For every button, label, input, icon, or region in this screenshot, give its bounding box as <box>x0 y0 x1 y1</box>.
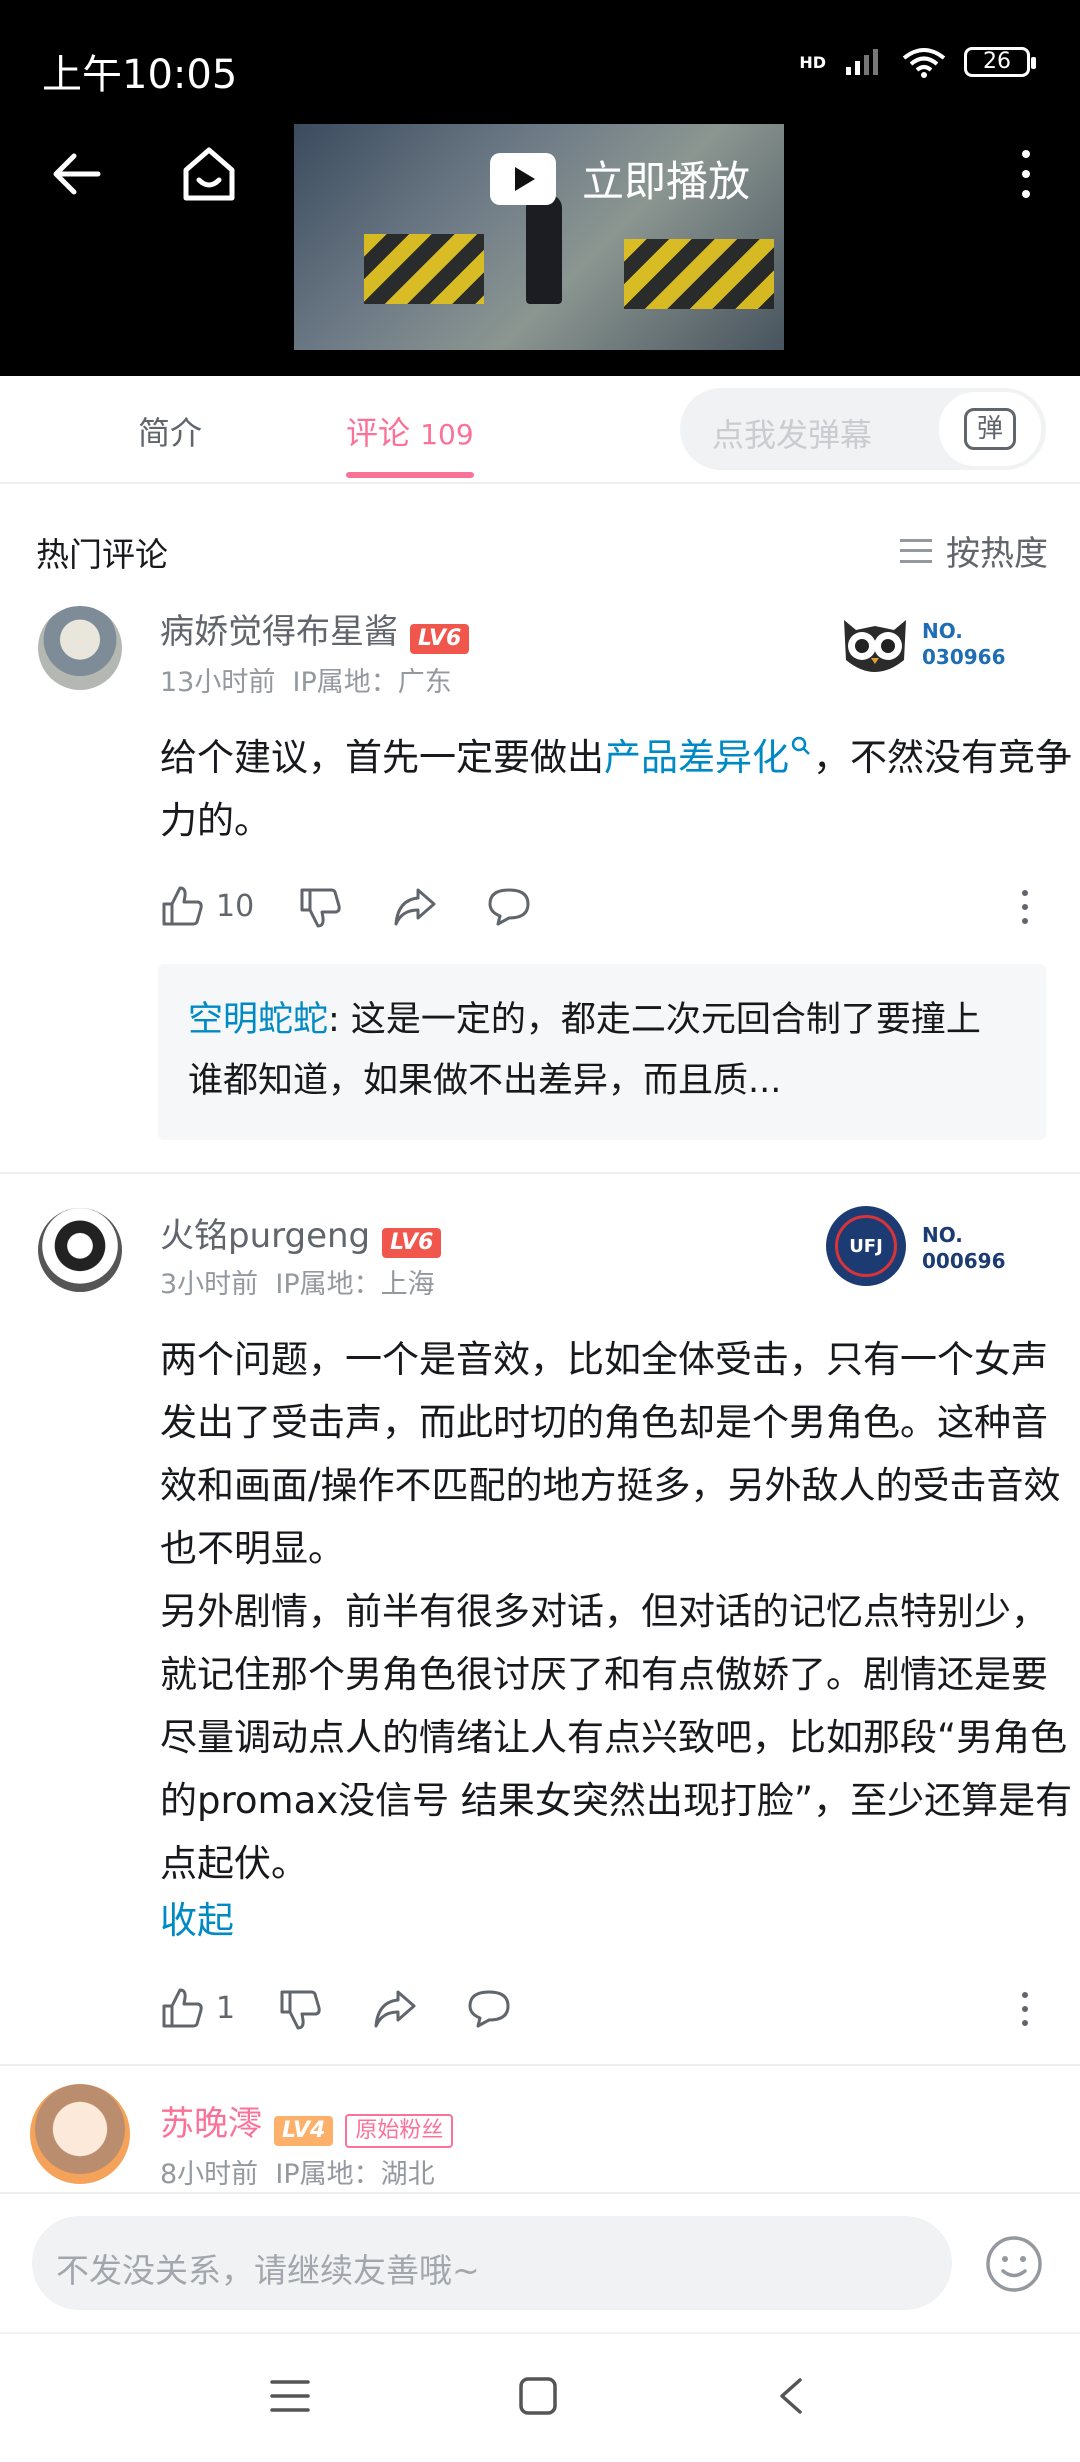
status-icons: HD 26 <box>799 46 1036 78</box>
tab-comments[interactable]: 评论 109 <box>346 408 474 454</box>
comment-input-placeholder: 不发没关系，请继续友善哦~ <box>56 2251 480 2290</box>
fan-tag: 原始粉丝 <box>345 2113 454 2148</box>
home-square-icon[interactable] <box>518 2376 558 2416</box>
comment-meta: 8小时前 IP属地：湖北 <box>160 2152 435 2191</box>
avatar[interactable] <box>38 606 122 690</box>
sort-button[interactable]: 按热度 <box>900 526 1048 575</box>
comment-user-row: 病娇觉得布星酱 LV6 <box>160 604 470 654</box>
home-icon[interactable] <box>180 146 238 202</box>
level-badge: LV4 <box>274 2115 334 2146</box>
tab-comments-label: 评论 <box>346 414 411 452</box>
danmu-placeholder: 点我发弹幕 <box>712 416 873 454</box>
comment-meta: 3小时前 IP属地：上海 <box>160 1262 435 1301</box>
comment-time: 8小时前 <box>160 2159 259 2190</box>
comment-time: 3小时前 <box>160 1269 259 1300</box>
reply-preview-text: 空明蛇蛇: 这是一定的，都走二次元回合制了要撞上谁都知道，如果做不出差异，而且质… <box>188 1000 981 1101</box>
tab-active-indicator <box>346 472 474 478</box>
like-count: 10 <box>216 888 255 924</box>
back-arrow-icon[interactable] <box>52 152 102 196</box>
comment-more-icon[interactable] <box>1022 890 1028 924</box>
dislike-icon[interactable] <box>278 1988 322 2032</box>
like-icon[interactable] <box>160 1986 204 2030</box>
emoji-icon[interactable] <box>984 2234 1044 2294</box>
comment-actions: 10 <box>160 884 254 928</box>
username[interactable]: 苏晚澪 <box>160 2104 262 2144</box>
comment-time: 13小时前 <box>160 667 276 698</box>
comment-ip: IP属地：广东 <box>292 667 452 698</box>
comment-ip: IP属地：上海 <box>275 1269 435 1300</box>
play-icon <box>490 152 556 205</box>
tab-comments-count: 109 <box>420 418 474 451</box>
collapse-link[interactable]: 收起 <box>160 1890 234 1944</box>
comment-ip: IP属地：湖北 <box>275 2159 435 2190</box>
like-count: 1 <box>216 1990 236 2026</box>
search-link[interactable]: 产品差异化 <box>604 736 813 779</box>
sort-label: 按热度 <box>946 534 1048 574</box>
share-icon[interactable] <box>392 886 438 928</box>
menu-icon[interactable] <box>270 2378 310 2414</box>
team-logo-badge-icon: UFJ <box>826 1206 906 1286</box>
share-icon[interactable] <box>372 1988 418 2030</box>
network-label: HD <box>799 52 826 72</box>
divider <box>0 2064 1080 2066</box>
comment-content: 两个问题，一个是音效，比如全体受击，只有一个女声发出了受击声，而此时切的角色却是… <box>160 1338 1073 1885</box>
level-badge: LV6 <box>410 623 470 654</box>
fan-badge-number: NO. 030966 <box>922 619 1006 669</box>
username[interactable]: 火铭purgeng <box>160 1216 370 1256</box>
status-time: 上午10:05 <box>42 52 238 98</box>
comment-actions: 1 <box>160 1986 235 2030</box>
danmu-toggle-button[interactable]: 弹 <box>937 390 1043 468</box>
level-badge: LV6 <box>382 1227 442 1258</box>
search-icon <box>791 736 810 755</box>
username[interactable]: 病娇觉得布星酱 <box>160 612 398 652</box>
dislike-icon[interactable] <box>298 886 342 930</box>
tab-intro[interactable]: 简介 <box>138 408 202 454</box>
wifi-icon <box>902 48 946 78</box>
avatar[interactable] <box>30 2084 130 2184</box>
play-label: 立即播放 <box>582 157 751 206</box>
reply-username[interactable]: 空明蛇蛇 <box>188 1000 328 1040</box>
fan-badge-number: NO. 000696 <box>922 1223 1006 1273</box>
comment-more-icon[interactable] <box>1022 1992 1028 2026</box>
battery-indicator: 26 <box>964 47 1036 77</box>
comment-content: 给个建议，首先一定要做出产品差异化 ，不然没有竞争力的。 <box>160 736 1072 842</box>
comment-meta: 13小时前 IP属地：广东 <box>160 660 452 699</box>
reply-icon[interactable] <box>466 1988 512 2030</box>
avatar[interactable] <box>38 1208 122 1292</box>
like-icon[interactable] <box>160 884 204 928</box>
back-chevron-icon[interactable] <box>776 2376 804 2416</box>
section-title: 热门评论 <box>36 535 168 574</box>
comment-user-row: 苏晚澪 LV4 原始粉丝 <box>160 2096 454 2148</box>
play-now-button[interactable]: 立即播放 <box>490 148 750 209</box>
signal-icon <box>846 49 878 75</box>
more-options-icon[interactable] <box>1022 150 1030 198</box>
owl-fan-badge-icon <box>838 608 912 680</box>
comment-user-row: 火铭purgeng LV6 <box>160 1208 442 1258</box>
sort-icon <box>900 538 932 563</box>
reply-icon[interactable] <box>486 886 532 928</box>
danmu-icon: 弹 <box>964 408 1016 450</box>
divider <box>0 1172 1080 1174</box>
